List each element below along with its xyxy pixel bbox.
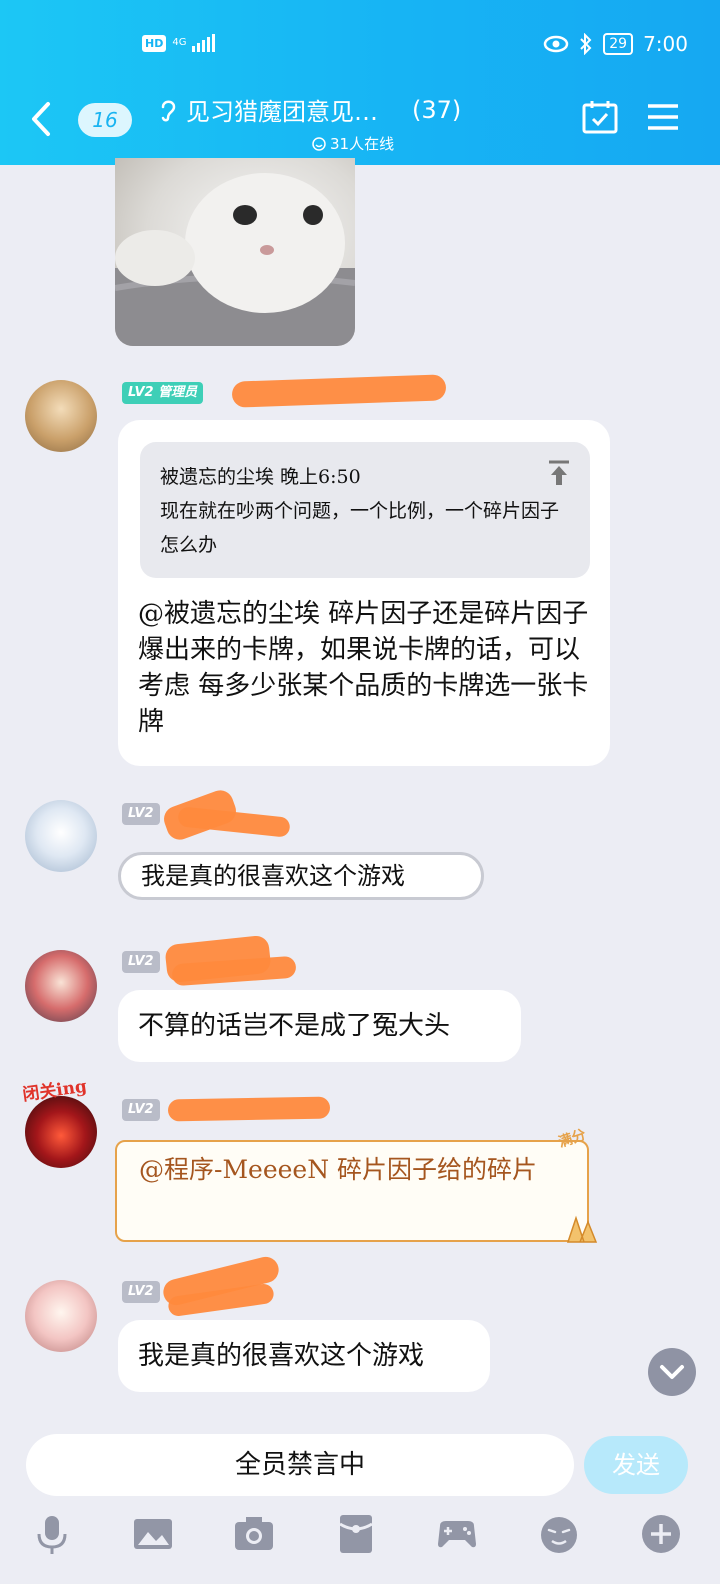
member-level-badge: LV2 — [122, 803, 160, 825]
camera-icon[interactable] — [232, 1512, 276, 1556]
mic-icon[interactable] — [30, 1512, 74, 1556]
avatar[interactable] — [25, 380, 97, 452]
back-arrow-icon[interactable] — [26, 98, 60, 140]
message-bubble[interactable]: @程序-MeeeeN 碎片因子给的碎片 — [115, 1140, 589, 1242]
nav-bar: 16 见习猎魔团意见… (37) 31人在线 — [0, 88, 720, 158]
message-text: @被遗忘的尘埃 碎片因子还是碎片因子爆出来的卡牌，如果说卡牌的话，可以考虑 每多… — [138, 599, 589, 737]
message-bubble[interactable]: 被遗忘的尘埃 晚上6:50 现在就在吵两个问题，一个比例，一个碎片因子怎么办 @… — [118, 420, 610, 766]
role-text: 管理员 — [158, 385, 198, 400]
battery-indicator: 29 — [603, 33, 634, 55]
clock: 7:00 — [643, 32, 688, 56]
redacted-username — [167, 1096, 331, 1122]
quoted-author-time: 被遗忘的尘埃 晚上6:50 — [160, 466, 361, 488]
message-input[interactable]: 全员禁言中 — [26, 1434, 574, 1496]
ear-icon — [161, 100, 176, 121]
bluetooth-icon — [580, 33, 592, 55]
message-bubble[interactable]: 我是真的很喜欢这个游戏 — [118, 852, 484, 900]
game-icon[interactable] — [435, 1512, 479, 1556]
member-level-badge: LV2 — [122, 1281, 160, 1303]
shared-image[interactable] — [115, 158, 355, 346]
quoted-text: 现在就在吵两个问题，一个比例，一个碎片因子怎么办 — [160, 500, 560, 556]
plus-icon[interactable] — [639, 1512, 683, 1556]
message-bubble[interactable]: 我是真的很喜欢这个游戏 — [118, 1320, 490, 1392]
avatar[interactable] — [25, 1096, 97, 1168]
bubble-decoration-icon — [566, 1215, 598, 1243]
member-level-badge: LV2 — [122, 1099, 160, 1121]
group-title: 见习猎魔团意见… — [186, 98, 378, 126]
avatar[interactable] — [25, 800, 97, 872]
input-toolbar — [0, 1508, 720, 1558]
online-status-icon — [312, 136, 326, 151]
avatar[interactable] — [25, 950, 97, 1022]
chevron-down-icon — [660, 1365, 684, 1379]
red-packet-icon[interactable] — [334, 1512, 378, 1556]
redacted-username — [231, 374, 447, 408]
member-level-badge: LV2 — [122, 951, 160, 973]
message-bubble[interactable]: 不算的话岂不是成了冤大头 — [118, 990, 521, 1062]
image-icon[interactable] — [131, 1512, 175, 1556]
network-type: 4G — [172, 37, 187, 48]
send-button[interactable]: 发送 — [584, 1436, 688, 1494]
emoji-icon[interactable] — [537, 1512, 581, 1556]
hd-badge: HD — [142, 34, 167, 52]
member-level-badge: LV2 管理员 — [122, 382, 204, 404]
eye-icon — [544, 35, 569, 53]
unread-count-badge[interactable]: 16 — [78, 103, 132, 137]
signal-icon — [192, 34, 216, 52]
chat-title-area[interactable]: 见习猎魔团意见… (37) 31人在线 — [158, 92, 518, 154]
avatar[interactable] — [25, 1280, 97, 1352]
scroll-to-bottom-button[interactable] — [648, 1348, 696, 1396]
menu-icon[interactable] — [646, 102, 680, 132]
online-count: 31人在线 — [330, 135, 395, 153]
status-bar: HD 4G 29 7:00 — [0, 30, 720, 62]
jump-to-top-icon[interactable] — [548, 460, 570, 486]
chat-header: HD 4G 29 7:00 16 见习猎魔团意见… (37) 31人在线 — [0, 0, 720, 165]
member-count: (37) — [412, 95, 462, 124]
quoted-message[interactable]: 被遗忘的尘埃 晚上6:50 现在就在吵两个问题，一个比例，一个碎片因子怎么办 — [140, 442, 590, 578]
calendar-check-icon[interactable] — [582, 100, 618, 134]
level-text: LV2 — [128, 385, 154, 400]
